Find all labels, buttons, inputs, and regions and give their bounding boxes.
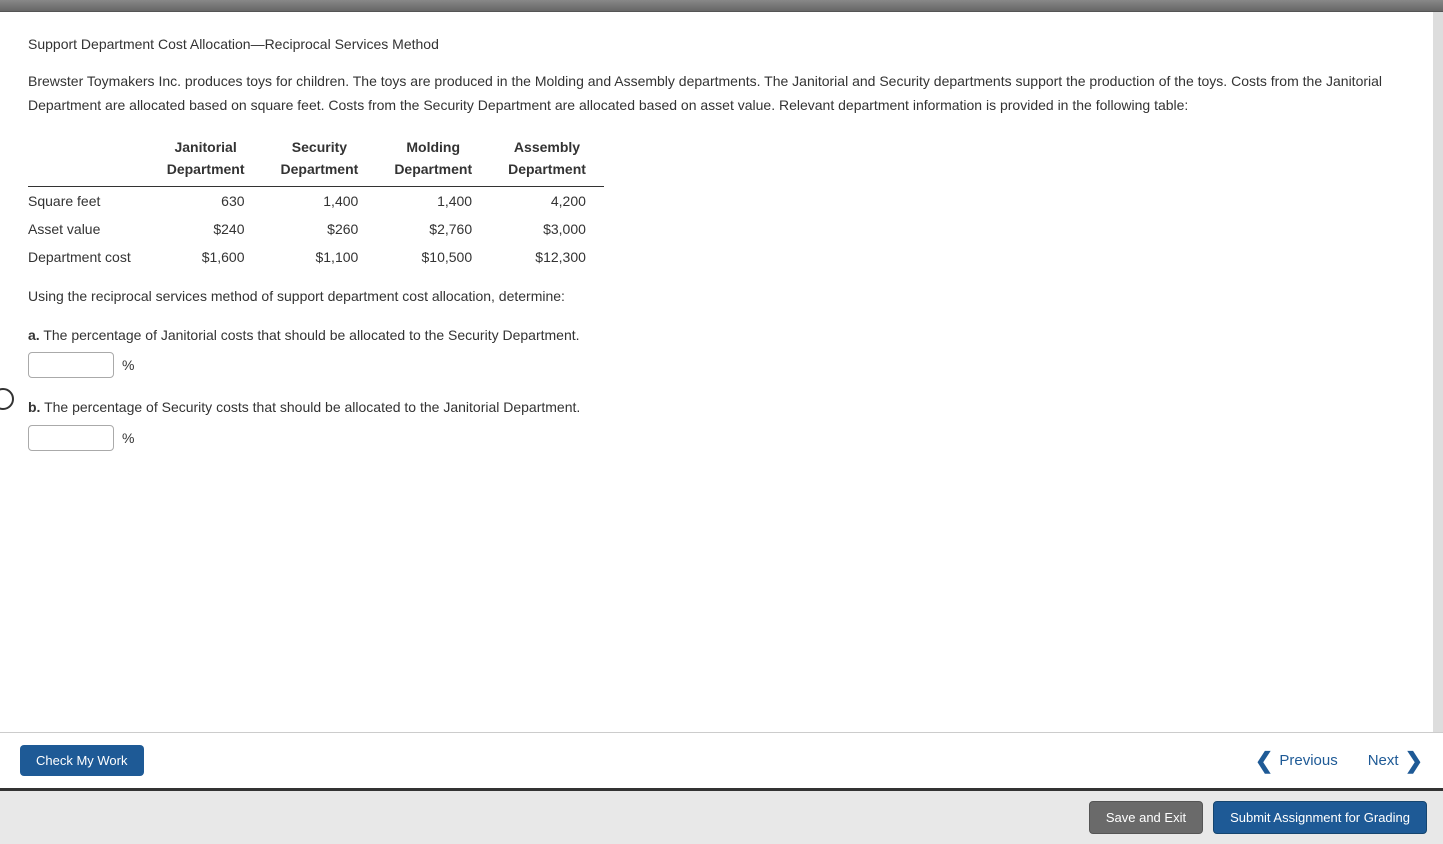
answer-input-a[interactable] [28, 352, 114, 378]
table-row: Department cost $1,600 $1,100 $10,500 $1… [28, 243, 604, 271]
chevron-right-icon: ❯ [1405, 748, 1423, 774]
table-row: Asset value $240 $260 $2,760 $3,000 [28, 215, 604, 243]
top-toolbar [0, 0, 1443, 12]
answer-row-b: % [28, 425, 1405, 451]
bottom-bar: Save and Exit Submit Assignment for Grad… [0, 791, 1443, 844]
cell: $3,000 [490, 215, 604, 243]
table-row: Square feet 630 1,400 1,400 4,200 [28, 187, 604, 216]
cell: 630 [149, 187, 263, 216]
cell: $2,760 [376, 215, 490, 243]
cell: $240 [149, 215, 263, 243]
answer-row-a: % [28, 352, 1405, 378]
cell: 1,400 [376, 187, 490, 216]
question-a: a. The percentage of Janitorial costs th… [28, 324, 1405, 346]
footer-nav: Check My Work ❮ Previous Next ❯ [0, 732, 1443, 791]
col-header-assembly: AssemblyDepartment [490, 130, 604, 187]
question-b-label: b. [28, 399, 40, 415]
col-header-janitorial: JanitorialDepartment [149, 130, 263, 187]
problem-description: Brewster Toymakers Inc. produces toys fo… [28, 70, 1405, 118]
question-a-label: a. [28, 327, 40, 343]
submit-assignment-button[interactable]: Submit Assignment for Grading [1213, 801, 1427, 834]
col-header-security: SecurityDepartment [263, 130, 377, 187]
previous-label: Previous [1279, 752, 1337, 769]
col-header-molding: MoldingDepartment [376, 130, 490, 187]
cell: $1,600 [149, 243, 263, 271]
percent-symbol: % [122, 430, 134, 446]
page-title: Support Department Cost Allocation—Recip… [28, 36, 1405, 52]
question-b: b. The percentage of Security costs that… [28, 396, 1405, 418]
next-label: Next [1368, 752, 1399, 769]
row-label: Asset value [28, 215, 149, 243]
cell: 4,200 [490, 187, 604, 216]
row-label: Department cost [28, 243, 149, 271]
instruction-text: Using the reciprocal services method of … [28, 285, 1405, 307]
nav-links: ❮ Previous Next ❯ [1255, 748, 1423, 774]
row-label: Square feet [28, 187, 149, 216]
cell: $12,300 [490, 243, 604, 271]
answer-input-b[interactable] [28, 425, 114, 451]
content-area: Support Department Cost Allocation—Recip… [0, 12, 1443, 732]
question-a-text: The percentage of Janitorial costs that … [40, 327, 580, 343]
cell: $260 [263, 215, 377, 243]
chevron-left-icon: ❮ [1255, 748, 1273, 774]
question-b-text: The percentage of Security costs that sh… [40, 399, 580, 415]
check-my-work-button[interactable]: Check My Work [20, 745, 144, 776]
cell: 1,400 [263, 187, 377, 216]
next-button[interactable]: Next ❯ [1368, 748, 1423, 774]
save-and-exit-button[interactable]: Save and Exit [1089, 801, 1203, 834]
previous-button[interactable]: ❮ Previous [1255, 748, 1338, 774]
percent-symbol: % [122, 357, 134, 373]
cell: $1,100 [263, 243, 377, 271]
department-table: JanitorialDepartment SecurityDepartment … [28, 130, 604, 272]
cell: $10,500 [376, 243, 490, 271]
